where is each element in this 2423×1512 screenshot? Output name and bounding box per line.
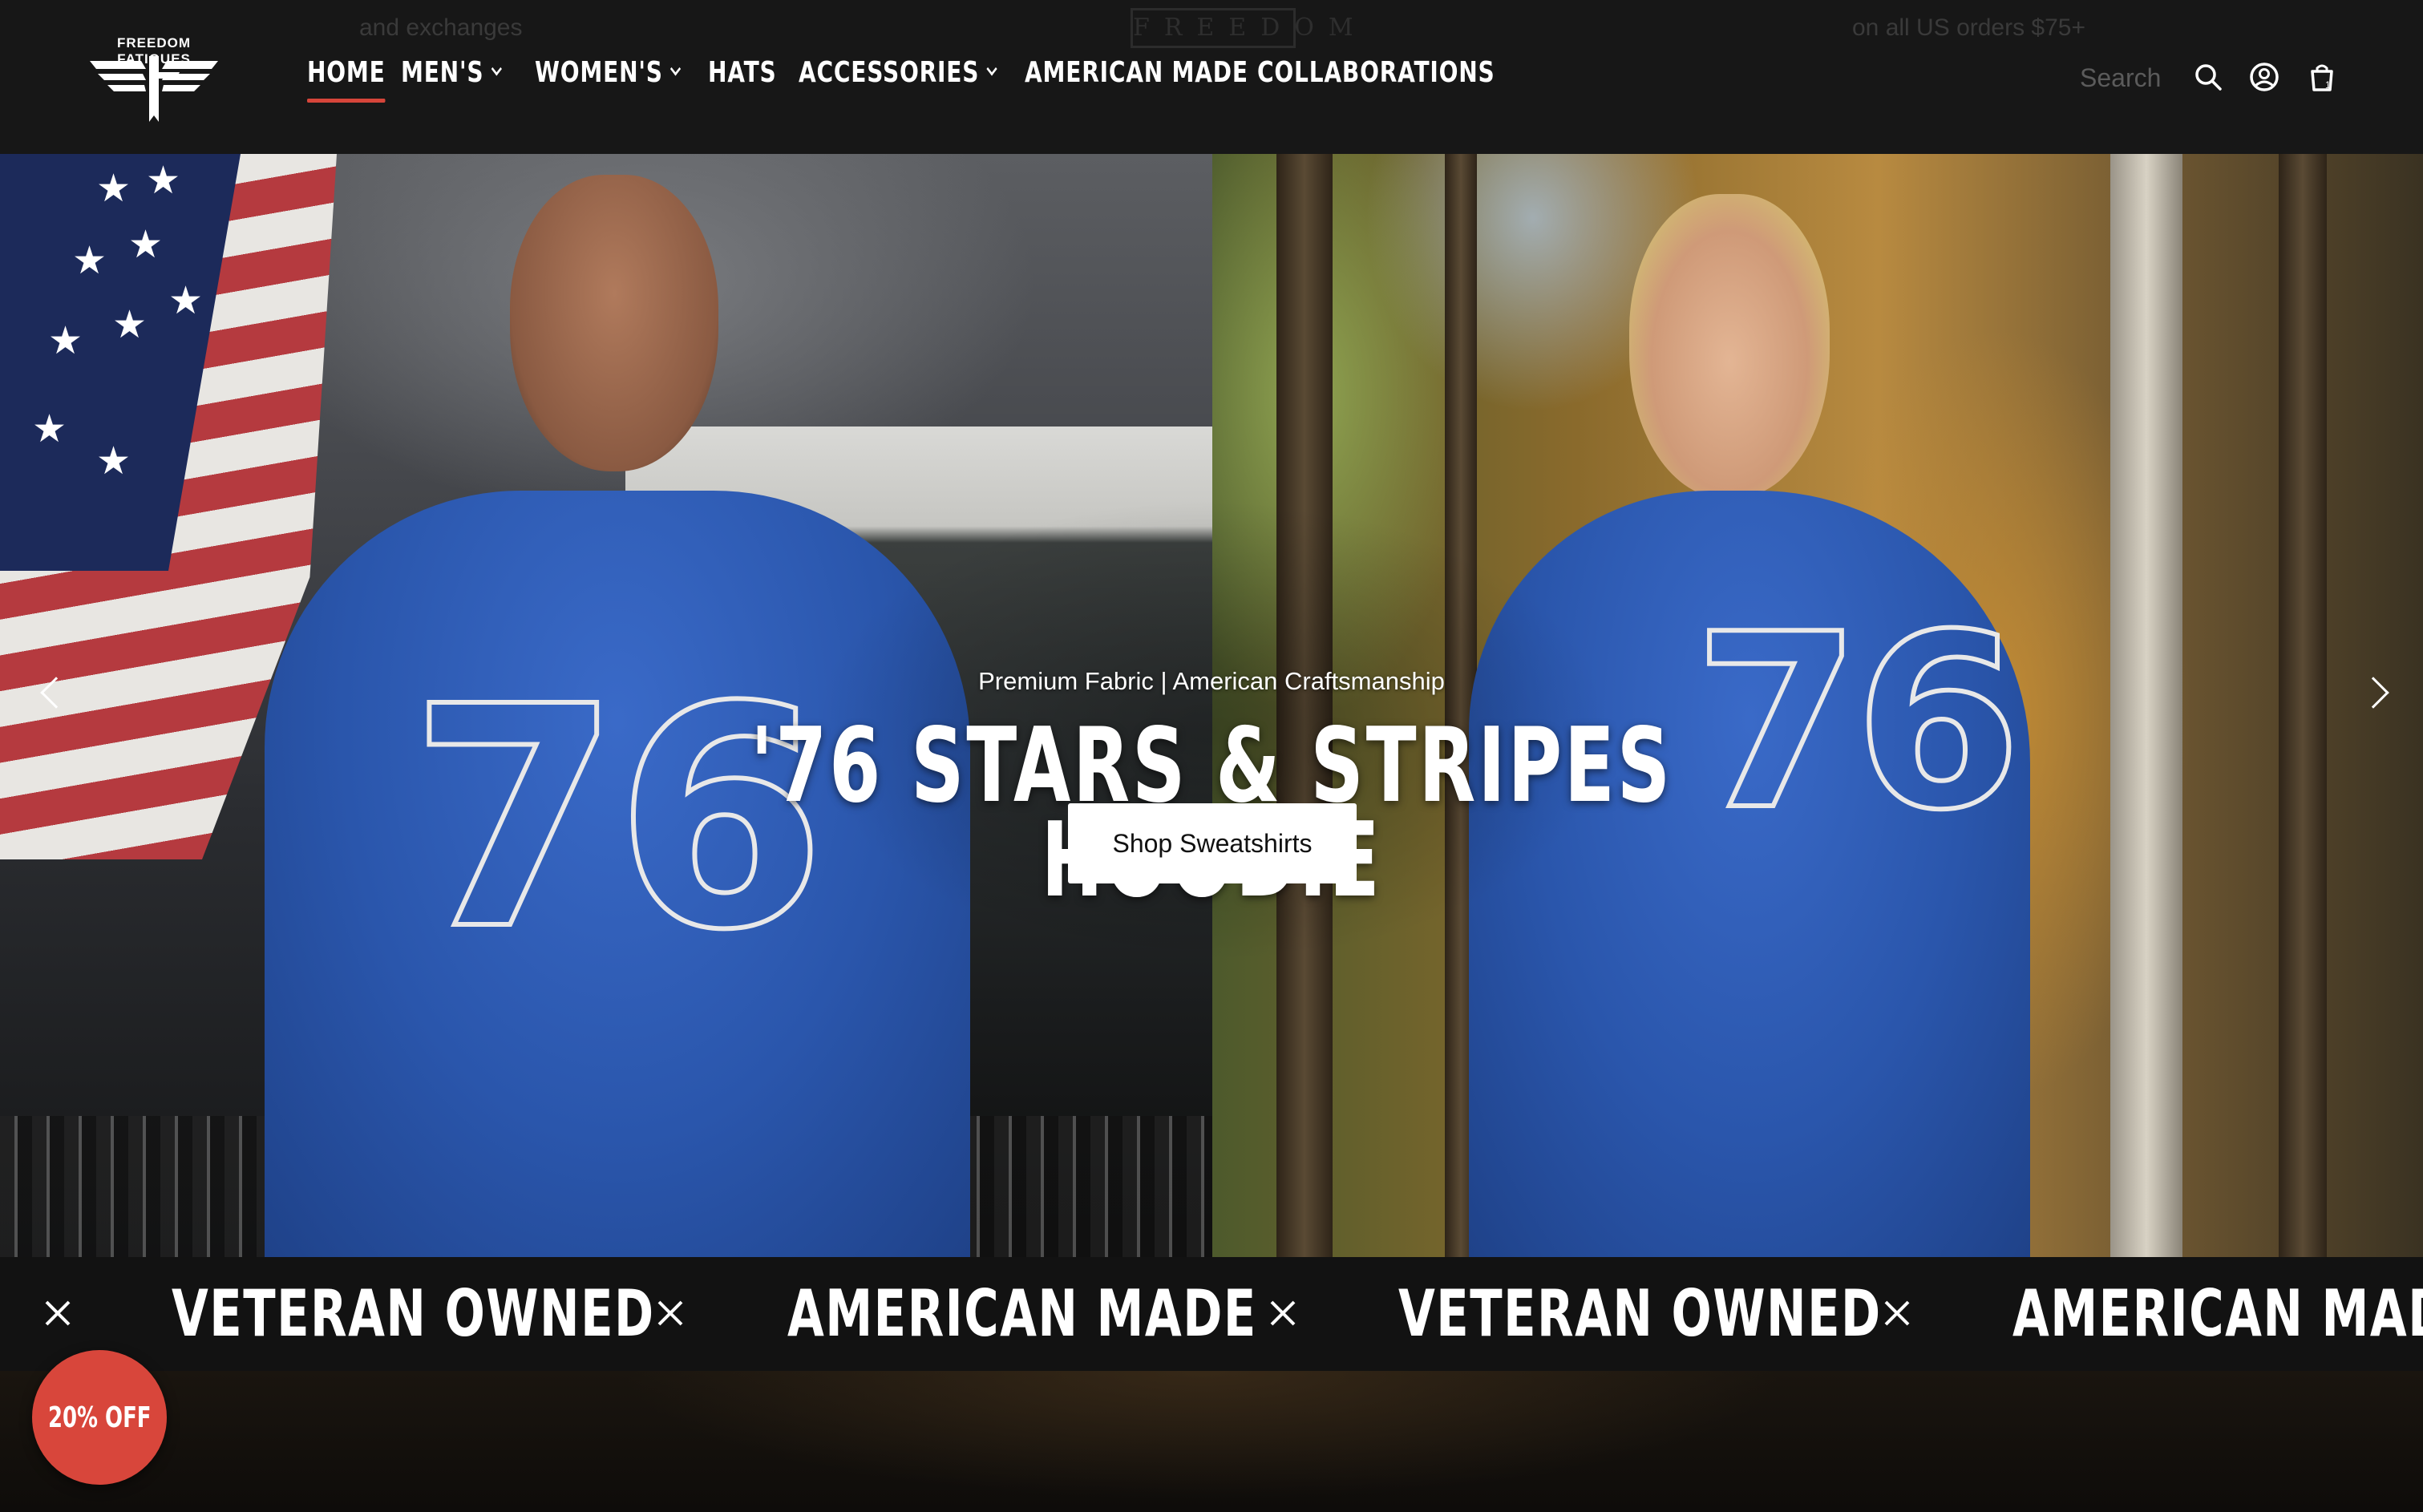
marquee-item: AMERICAN MADE [2012,1276,2423,1351]
cross-icon [1884,1300,1910,1326]
chevron-down-icon [986,62,997,76]
announcement-right: on all US orders $75+ [1852,14,2086,41]
cross-icon [657,1300,683,1326]
marquee-banner: VETERAN OWNED AMERICAN MADE VETERAN OWNE… [0,1257,2423,1371]
nav-hats-label: HATS [708,55,777,89]
nav-mens-label: MEN'S [401,55,484,89]
nav-american-made-label: AMERICAN MADE [1025,55,1248,89]
cart-icon[interactable]: 1 [2306,61,2338,93]
nav-accessories[interactable]: ACCESSORIES [799,51,997,93]
hero-eyebrow: Premium Fabric | American Craftsmanship [978,667,1445,695]
account-icon[interactable] [2248,61,2280,93]
cross-icon [1270,1300,1296,1326]
next-section-preview [0,1371,2423,1512]
logo-link[interactable]: FREEDOM FATIGUES [83,32,225,122]
logo-wings-icon [90,56,218,122]
marquee-item: VETERAN OWNED [1398,1276,1882,1351]
nav-womens[interactable]: WOMEN'S [535,51,681,93]
marquee-item: AMERICAN MADE [787,1276,1257,1351]
announcement-left: and exchanges [359,14,523,41]
discount-badge-button[interactable]: 20% OFF [32,1350,167,1485]
nav-mens[interactable]: MEN'S [401,51,502,93]
discount-label: 20% OFF [47,1401,152,1434]
announcement-center: FREEDOM [1131,8,1353,48]
search-input[interactable] [2080,58,2176,98]
nav-collaborations[interactable]: COLLABORATIONS [1257,51,1495,93]
shop-sweatshirts-button[interactable]: Shop Sweatshirts [1068,803,1357,883]
nav-accessories-label: ACCESSORIES [799,55,980,89]
chevron-down-icon [669,62,681,76]
page: and exchanges FREEDOM on all US orders $… [0,0,2423,1512]
marquee-item: VETERAN OWNED [172,1276,655,1351]
cart-count: 1 [2325,79,2331,91]
hero-overlay [0,154,2423,1257]
hero-slider: ★ ★ ★ ★ ★ ★ ★ ★ ★ 76 76 [0,154,2423,1257]
chevron-down-icon [491,62,502,76]
nav-hats[interactable]: HATS [708,51,777,93]
nav-collaborations-label: COLLABORATIONS [1257,55,1495,89]
nav-home[interactable]: HOME [307,51,386,103]
nav-american-made[interactable]: AMERICAN MADE [1025,51,1248,93]
nav-home-label: HOME [307,55,386,89]
site-header: and exchanges FREEDOM on all US orders $… [0,0,2423,154]
cross-icon [45,1300,71,1326]
hero-title-line1: '76 STARS & STRIPES [750,706,1673,826]
nav-womens-label: WOMEN'S [535,55,663,89]
search-icon[interactable] [2192,61,2224,93]
